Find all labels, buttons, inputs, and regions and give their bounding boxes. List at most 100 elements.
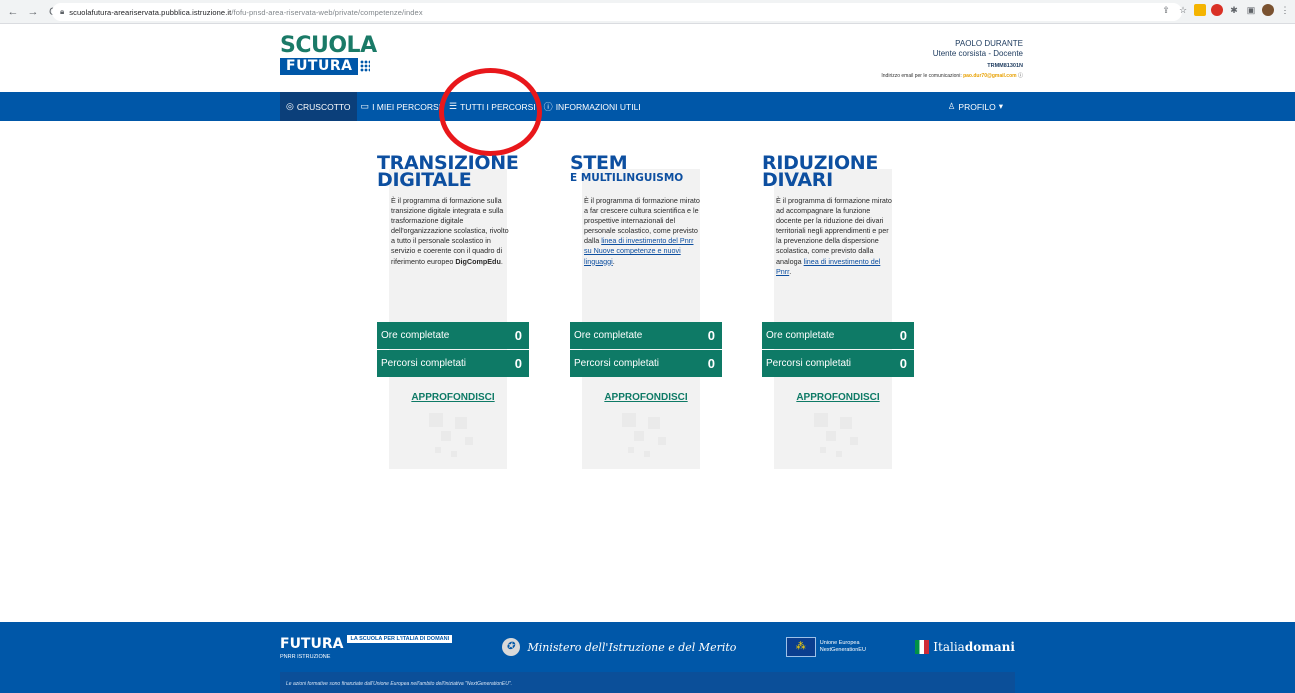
url-host: scuolafutura-areariservata.pubblica.istr… (69, 7, 232, 17)
card-riduzione-divari: RIDUZIONE DIVARI È il programma di forma… (762, 154, 914, 469)
logo-line1: SCUOLA (280, 33, 377, 58)
stat-label: Ore completate (766, 330, 835, 341)
percorsi-completati-row: Percorsi completati 0 (570, 350, 722, 377)
stat-value: 0 (899, 328, 907, 343)
user-role: Utente corsista - Docente (932, 49, 1023, 58)
forward-icon[interactable]: → (26, 5, 40, 19)
nav-label: I MIEI PERCORSI (372, 101, 442, 112)
stat-value: 0 (899, 356, 907, 371)
approfondisci-link[interactable]: APPROFONDISCI (377, 392, 529, 403)
logo-dots-icon (360, 59, 371, 72)
email-value[interactable]: pao.dur70@gmail.com (963, 73, 1017, 79)
user-icon: ♙ (947, 101, 956, 111)
eu-line2: NextGenerationEU (819, 647, 866, 653)
ministry-name: Ministero dell'Istruzione e del Merito (527, 640, 737, 654)
menu-icon[interactable]: ⋮ (1279, 4, 1291, 16)
ore-completate-row: Ore completate 0 (570, 322, 722, 349)
italiadomani-logo[interactable]: Italiadomani (915, 640, 1015, 654)
funding-note: Le azioni formative sono finanziate dall… (280, 672, 1015, 693)
site-footer: FUTURA LA SCUOLA PER L'ITALIA DI DOMANI P… (0, 622, 1295, 693)
browser-extensions: ⇪ ☆ ✱ ▣ ⋮ (1160, 4, 1291, 16)
url-path: /fofu-pnsd-area-riservata-web/private/co… (231, 7, 423, 17)
main-navbar: ◎ CRUSCOTTO ▭ I MIEI PERCORSI ☰ TUTTI I PER… (0, 92, 1295, 121)
italy-flag-icon (915, 640, 930, 654)
desc-end: . (789, 266, 792, 276)
desc-bold: DigCompEdu (455, 256, 501, 266)
eu-flag-icon: ⁂ (785, 637, 816, 657)
card-transizione-digitale: TRANSIZIONE DIGITALE È il programma di f… (377, 154, 529, 469)
card-title-line2: DIVARI (762, 169, 833, 191)
extension-icon[interactable] (1211, 4, 1223, 16)
caret-down-icon: ▾ (998, 101, 1003, 111)
help-icon: ⓘ (543, 102, 553, 112)
url-text: scuolafutura-areariservata.pubblica.istr… (69, 8, 422, 17)
nav-label: INFORMAZIONI UTILI (555, 101, 641, 112)
stat-label: Percorsi completati (381, 358, 467, 369)
futura-tag: LA SCUOLA PER L'ITALIA DI DOMANI (347, 634, 453, 643)
stat-value: 0 (707, 356, 715, 371)
stat-value: 0 (514, 356, 522, 371)
stat-value: 0 (514, 328, 522, 343)
card-title-line2: DIGITALE (377, 169, 472, 191)
nav-informazioni-utili[interactable]: ⓘ INFORMAZIONI UTILI (540, 92, 645, 121)
nav-cruscotto[interactable]: ◎ CRUSCOTTO (280, 92, 357, 121)
user-code: TRMM81301N (987, 63, 1023, 69)
desc-text: È il programma di formazione mirato ad a… (776, 196, 892, 266)
profile-label: PROFILO (958, 101, 996, 112)
puzzle-icon[interactable]: ✱ (1228, 4, 1240, 16)
card-description: È il programma di formazione mirato a fa… (584, 196, 702, 267)
eu-logo[interactable]: ⁂ Unione Europea NextGenerationEU (785, 637, 866, 657)
user-info: PAOLO DURANTE Utente corsista - Docente … (881, 39, 1023, 79)
futura-text: FUTURA (280, 635, 344, 652)
futura-subtitle: PNRR ISTRUZIONE (280, 653, 331, 660)
share-icon[interactable]: ⇪ (1160, 4, 1172, 16)
profile-menu[interactable]: ♙ PROFILO ▾ (948, 92, 1003, 121)
card-stem-multilinguismo: STEM E MULTILINGUISMO È il programma di … (570, 152, 722, 469)
site-header: SCUOLA FUTURA PAOLO DURANTE Utente corsi… (0, 24, 1295, 92)
extension-icon[interactable] (1194, 4, 1206, 16)
percorsi-completati-row: Percorsi completati 0 (762, 350, 914, 377)
sidepanel-icon[interactable]: ▣ (1245, 4, 1257, 16)
dashboard-icon: ◎ (286, 101, 294, 111)
stat-label: Percorsi completati (766, 358, 852, 369)
address-bar[interactable]: 🔒︎ scuolafutura-areariservata.pubblica.i… (52, 3, 1182, 21)
pnrr-link[interactable]: linea di investimento del Pnrr su Nuove … (584, 236, 693, 265)
republic-emblem-icon: ✪ (501, 638, 520, 656)
stat-label: Ore completate (574, 330, 643, 341)
card-description: È il programma di formazione mirato ad a… (776, 196, 894, 277)
ore-completate-row: Ore completate 0 (377, 322, 529, 349)
card-subtitle: E MULTILINGUISMO (570, 172, 684, 184)
eu-line1: Unione Europea (819, 640, 860, 646)
approfondisci-link[interactable]: APPROFONDISCI (762, 392, 914, 403)
stat-value: 0 (707, 328, 715, 343)
lock-icon: 🔒︎ (60, 7, 65, 16)
desc-end: . (612, 256, 615, 266)
desc-text: È il programma di formazione sulla trans… (391, 196, 509, 266)
stat-label: Percorsi completati (574, 358, 660, 369)
nav-miei-percorsi[interactable]: ▭ I MIEI PERCORSI (357, 92, 445, 121)
logo-line2: FUTURA (280, 58, 359, 75)
card-description: È il programma di formazione sulla trans… (391, 196, 509, 267)
desc-end: . (500, 256, 503, 266)
approfondisci-link[interactable]: APPROFONDISCI (570, 392, 722, 403)
browser-toolbar: ← → C 🔒︎ scuolafutura-areariservata.pubb… (0, 0, 1295, 24)
scuola-futura-logo[interactable]: SCUOLA FUTURA (280, 33, 377, 75)
card-title-line1: STEM (570, 152, 628, 174)
ore-completate-row: Ore completate 0 (762, 322, 914, 349)
star-icon[interactable]: ☆ (1177, 4, 1189, 16)
back-icon[interactable]: ← (6, 5, 20, 19)
monitor-icon: ▭ (360, 101, 370, 111)
futura-pnrr-logo[interactable]: FUTURA LA SCUOLA PER L'ITALIA DI DOMANI P… (280, 634, 453, 660)
italia-suffix: domani (964, 640, 1015, 654)
ministero-logo[interactable]: ✪ Ministero dell'Istruzione e del Merito (501, 638, 737, 656)
nav-label: CRUSCOTTO (296, 101, 351, 112)
italia-prefix: Italia (933, 640, 965, 654)
red-annotation-circle (439, 68, 542, 156)
stat-label: Ore completate (381, 330, 450, 341)
avatar[interactable] (1262, 4, 1274, 16)
email-label: Indirizzo email per le comunicazioni: (881, 73, 962, 79)
info-icon[interactable]: ⓘ (1018, 73, 1023, 79)
user-name: PAOLO DURANTE (955, 39, 1023, 48)
user-email-line: Indirizzo email per le comunicazioni: pa… (881, 72, 1023, 79)
percorsi-completati-row: Percorsi completati 0 (377, 350, 529, 377)
